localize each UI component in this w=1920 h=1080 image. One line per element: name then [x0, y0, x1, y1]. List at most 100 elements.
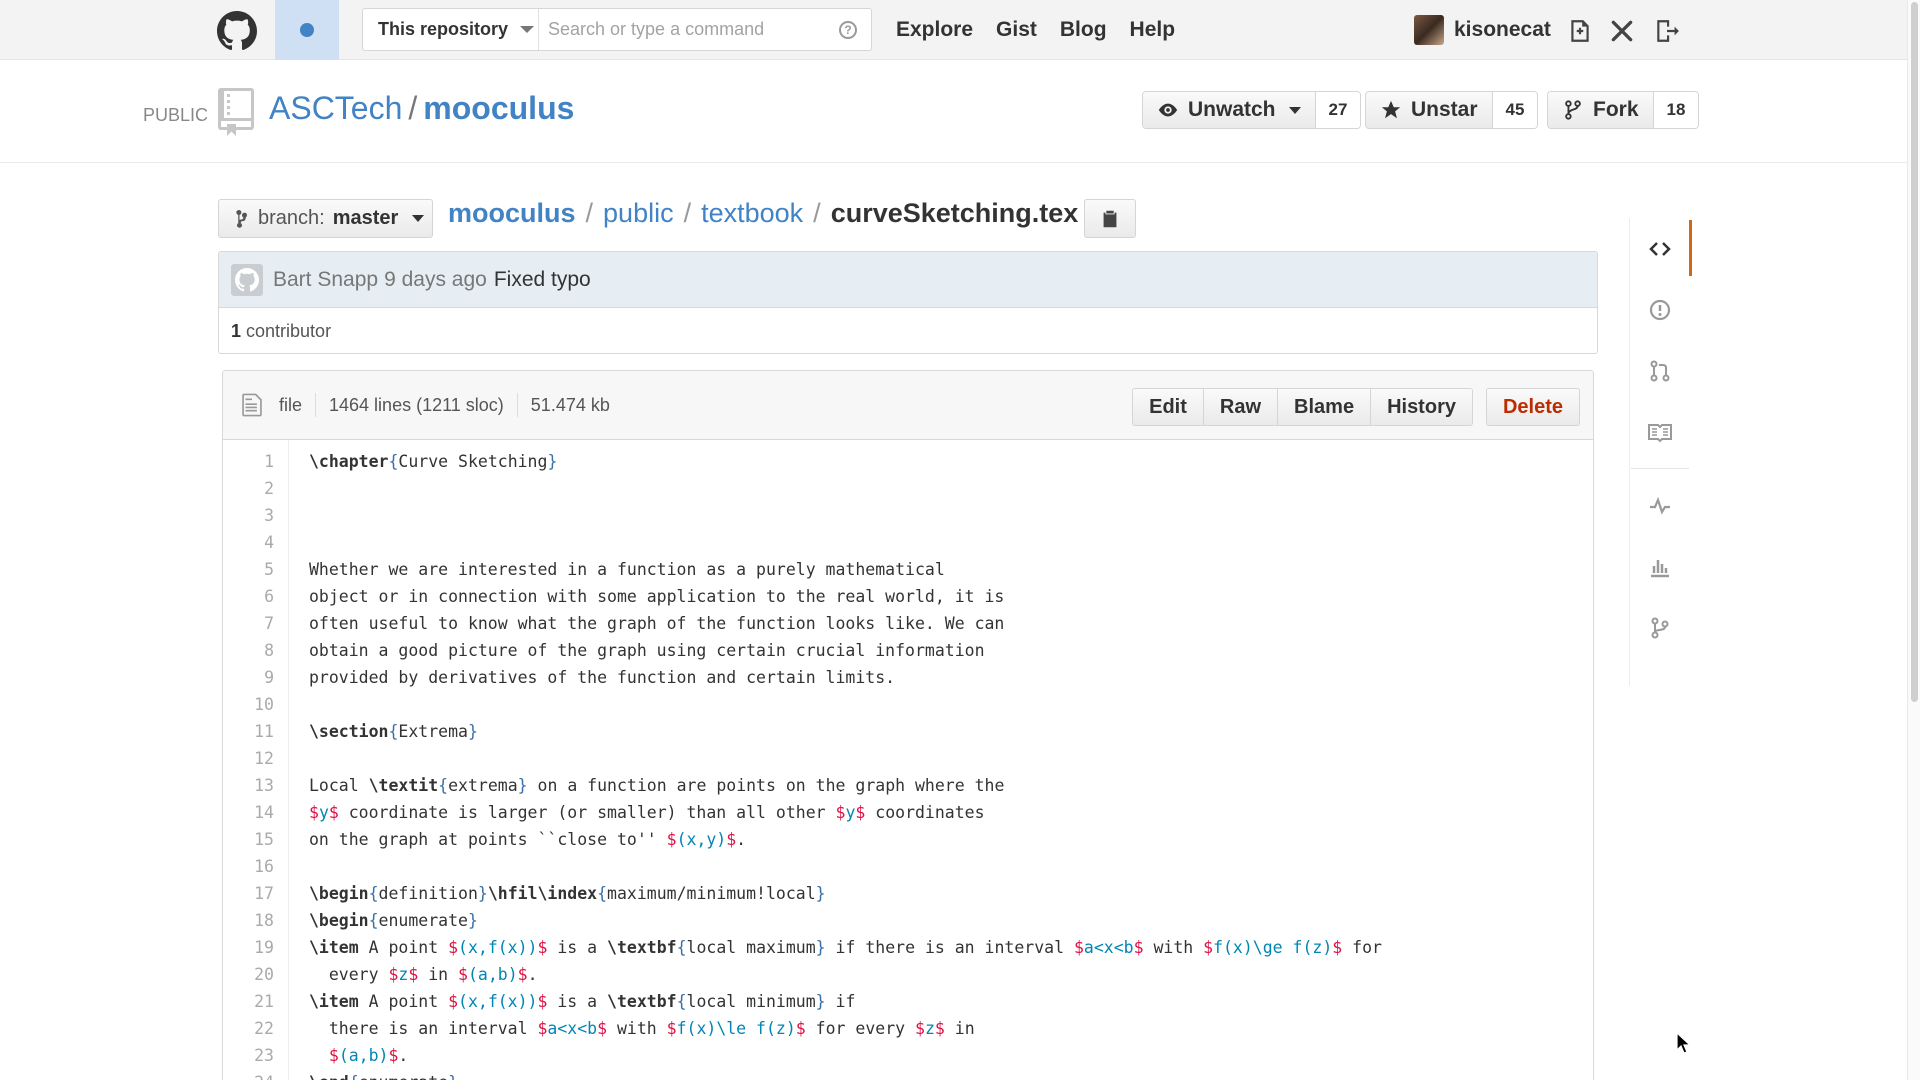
line-number[interactable]: 15	[223, 826, 274, 853]
code-line: on the graph at points ``close to'' $(x,…	[309, 830, 747, 849]
edit-button[interactable]: Edit	[1133, 389, 1204, 425]
star-button-group: Unstar 45	[1365, 91, 1539, 129]
sign-out-icon[interactable]	[1654, 18, 1680, 44]
repo-owner-link[interactable]: ASCTech	[269, 90, 402, 126]
line-number[interactable]: 24	[223, 1069, 274, 1080]
nav-explore[interactable]: Explore	[896, 18, 973, 42]
chevron-down-icon	[412, 215, 425, 222]
sidebar-item-network[interactable]	[1631, 597, 1689, 658]
branch-selector[interactable]: branch: master	[218, 199, 433, 238]
search-scope-dropdown[interactable]: This repository	[363, 9, 539, 50]
settings-tools-icon[interactable]	[1609, 18, 1635, 44]
line-number[interactable]: 2	[223, 475, 274, 502]
nav-blog[interactable]: Blog	[1060, 18, 1107, 42]
nav-gist[interactable]: Gist	[996, 18, 1037, 42]
line-number[interactable]: 14	[223, 799, 274, 826]
line-number[interactable]: 16	[223, 853, 274, 880]
sidebar-item-code[interactable]	[1631, 218, 1692, 279]
breadcrumb-textbook-link[interactable]: textbook	[701, 198, 803, 229]
line-number[interactable]: 13	[223, 772, 274, 799]
user-menu[interactable]: kisonecat	[1414, 15, 1551, 45]
notifications-indicator[interactable]	[275, 0, 339, 60]
chevron-down-icon	[520, 26, 535, 33]
line-number[interactable]: 11	[223, 718, 274, 745]
contributor-label: contributor	[246, 320, 332, 341]
code-line: object or in connection with some applic…	[309, 587, 1005, 606]
fork-icon	[1565, 100, 1581, 120]
code-line: \begin{enumerate}	[309, 911, 478, 930]
delete-button[interactable]: Delete	[1486, 389, 1579, 425]
repo-sidebar	[1631, 218, 1692, 658]
line-number[interactable]: 22	[223, 1015, 274, 1042]
line-number[interactable]: 17	[223, 880, 274, 907]
line-number[interactable]: 3	[223, 502, 274, 529]
unwatch-label: Unwatch	[1188, 98, 1276, 121]
watchers-count[interactable]: 27	[1315, 92, 1361, 128]
line-number[interactable]: 21	[223, 988, 274, 1015]
line-number[interactable]: 6	[223, 583, 274, 610]
chevron-down-icon	[1288, 106, 1301, 114]
sidebar-item-issues[interactable]	[1631, 279, 1689, 340]
breadcrumb-root-link[interactable]: mooculus	[448, 198, 576, 229]
code-line: there is an interval $a<x<b$ with $f(x)\…	[309, 1019, 975, 1038]
scrollbar-thumb[interactable]	[1911, 2, 1918, 702]
code-icon	[1649, 241, 1671, 256]
issues-icon	[1649, 299, 1671, 320]
network-icon	[1651, 617, 1669, 638]
sidebar-item-graphs[interactable]	[1631, 536, 1689, 597]
sidebar-item-pull-requests[interactable]	[1631, 340, 1689, 401]
line-number[interactable]: 9	[223, 664, 274, 691]
blame-button[interactable]: Blame	[1278, 389, 1372, 425]
unstar-label: Unstar	[1411, 98, 1478, 121]
sidebar-item-pulse[interactable]	[1631, 475, 1689, 536]
repo-name-link[interactable]: mooculus	[423, 90, 574, 126]
forks-count[interactable]: 18	[1653, 92, 1699, 128]
avatar[interactable]	[1414, 15, 1444, 45]
line-number[interactable]: 19	[223, 934, 274, 961]
fork-button[interactable]: Fork	[1548, 92, 1654, 128]
line-number[interactable]: 1	[223, 448, 274, 475]
commit-message-link[interactable]: Fixed typo	[494, 268, 591, 292]
help-question-icon[interactable]: ?	[839, 20, 857, 39]
stargazers-count[interactable]: 45	[1492, 92, 1538, 128]
line-number[interactable]: 18	[223, 907, 274, 934]
path-separator: /	[813, 198, 821, 228]
code-line: $(a,b)$.	[328, 1046, 409, 1065]
username[interactable]: kisonecat	[1454, 18, 1551, 42]
fork-button-group: Fork 18	[1547, 91, 1700, 129]
github-logo-icon[interactable]	[217, 11, 257, 51]
history-button[interactable]: History	[1371, 389, 1472, 425]
fork-label: Fork	[1593, 98, 1639, 121]
line-number[interactable]: 7	[223, 610, 274, 637]
code-line: ​	[309, 475, 1382, 502]
line-number[interactable]: 8	[223, 637, 274, 664]
code-line: ​	[309, 691, 1382, 718]
commit-author-link[interactable]: Bart Snapp	[273, 268, 378, 292]
path-separator: /	[408, 90, 418, 126]
line-number[interactable]: 5	[223, 556, 274, 583]
site-header: This repository ? Explore Gist Blog Help…	[0, 0, 1920, 60]
line-number[interactable]: 12	[223, 745, 274, 772]
contributors-summary[interactable]: 1 contributor	[219, 308, 1597, 353]
line-number[interactable]: 10	[223, 691, 274, 718]
commit-summary: Bart Snapp 9 days ago Fixed typo	[219, 252, 1597, 308]
code-line: \end{enumerate}	[309, 1069, 1382, 1080]
sidebar-item-wiki[interactable]	[1631, 401, 1689, 462]
meta-divider	[315, 393, 317, 417]
avatar[interactable]	[231, 263, 263, 296]
nav-help[interactable]: Help	[1130, 18, 1176, 42]
sidebar-separator	[1631, 468, 1689, 469]
raw-button[interactable]: Raw	[1203, 389, 1279, 425]
create-new-icon[interactable]	[1567, 18, 1593, 44]
page-scrollbar[interactable]	[1907, 0, 1920, 1080]
mouse-cursor-icon	[1676, 1032, 1692, 1054]
search-input[interactable]	[539, 9, 839, 50]
breadcrumb-public-link[interactable]: public	[603, 198, 674, 229]
line-number[interactable]: 23	[223, 1042, 274, 1069]
line-number[interactable]: 20	[223, 961, 274, 988]
code-line: \item A point $(x,f(x))$ is a \textbf{lo…	[309, 938, 1382, 957]
unstar-button[interactable]: Unstar	[1366, 92, 1493, 128]
line-number[interactable]: 4	[223, 529, 274, 556]
copy-path-button[interactable]	[1084, 199, 1136, 238]
unwatch-button[interactable]: Unwatch	[1143, 92, 1316, 128]
